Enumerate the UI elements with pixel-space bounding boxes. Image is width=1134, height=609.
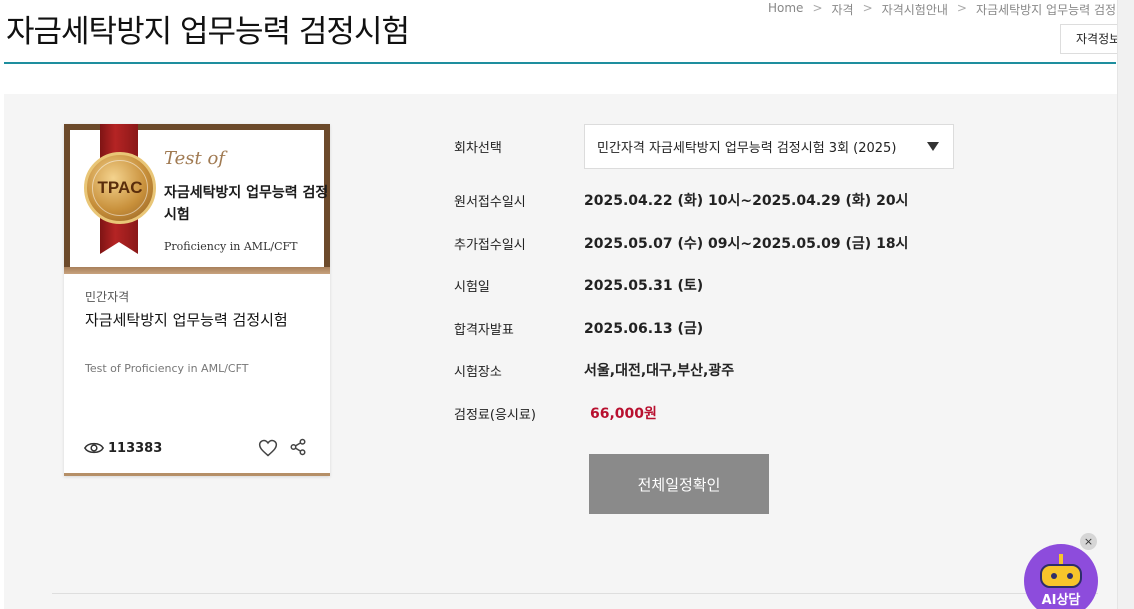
title-divider	[4, 62, 1116, 64]
breadcrumb: Home > 자격 > 자격시험안내 > 자금세탁방지 업무능력 검정	[768, 1, 1116, 18]
detail-value: 서울,대전,대구,부산,광주	[584, 363, 735, 379]
section-divider	[52, 593, 1098, 594]
detail-value: 2025.06.13 (금)	[584, 321, 704, 337]
page-title: 자금세탁방지 업무능력 검정시험	[6, 14, 410, 50]
breadcrumb-qualification[interactable]: 자격	[832, 1, 854, 18]
medal-icon: TPAC	[84, 152, 156, 224]
detail-row-result-date: 합격자발표 2025.06.13 (금)	[454, 318, 703, 338]
detail-value: 2025.04.22 (화) 10시~2025.04.29 (화) 20시	[584, 193, 909, 209]
detail-row-exam-date: 시험일 2025.05.31 (토)	[454, 275, 703, 295]
ai-chat-close-button[interactable]: ×	[1080, 533, 1097, 550]
banner-script-text: Test of	[164, 148, 225, 169]
detail-row-location: 시험장소 서울,대전,대구,부산,광주	[454, 360, 734, 380]
detail-row-application: 원서접수일시 2025.04.22 (화) 10시~2025.04.29 (화)…	[454, 190, 908, 210]
breadcrumb-separator-icon: >	[812, 1, 823, 15]
view-counter: 113383	[84, 440, 162, 456]
page-scrollbar[interactable]	[1117, 0, 1134, 609]
exam-banner-image: TPAC Test of 자금세탁방지 업무능력 검정시험 Proficienc…	[64, 124, 330, 274]
fee-value: 66,000원	[590, 406, 657, 422]
breadcrumb-home[interactable]: Home	[768, 1, 803, 18]
ai-chat-button[interactable]: AI상담	[1024, 544, 1098, 609]
exam-card[interactable]: TPAC Test of 자금세탁방지 업무능력 검정시험 Proficienc…	[64, 124, 330, 476]
robot-icon	[1040, 564, 1082, 588]
robot-antenna-icon	[1059, 554, 1063, 564]
card-english-name: Test of Proficiency in AML/CFT	[85, 362, 249, 375]
breadcrumb-exam-guide[interactable]: 자격시험안내	[882, 1, 948, 18]
breadcrumb-separator-icon: >	[956, 1, 967, 15]
round-select-row: 회차선택	[454, 137, 584, 156]
detail-row-fee: 검정료(응시료) 66,000원	[454, 403, 657, 423]
card-category: 민간자격	[85, 290, 130, 304]
share-icon[interactable]	[289, 438, 307, 456]
eye-icon	[84, 442, 104, 454]
robot-eye-icon	[1067, 573, 1073, 579]
banner-title: 자금세탁방지 업무능력 검정시험	[164, 185, 329, 223]
heart-icon[interactable]	[258, 438, 278, 458]
robot-eye-icon	[1051, 573, 1057, 579]
card-exam-name: 자금세탁방지 업무능력 검정시험	[85, 311, 288, 329]
detail-value: 2025.05.07 (수) 09시~2025.05.09 (금) 18시	[584, 236, 909, 252]
ai-chat-label: AI상담	[1041, 593, 1081, 608]
round-select-label: 회차선택	[454, 141, 502, 156]
detail-label: 원서접수일시	[454, 194, 526, 210]
detail-label: 합격자발표	[454, 322, 514, 338]
view-count: 113383	[108, 440, 163, 456]
detail-row-additional-application: 추가접수일시 2025.05.07 (수) 09시~2025.05.09 (금)…	[454, 233, 908, 253]
detail-label: 추가접수일시	[454, 237, 526, 253]
detail-label: 시험일	[454, 279, 490, 295]
dropdown-arrow-icon	[927, 142, 939, 151]
detail-label: 시험장소	[454, 364, 502, 380]
round-select-dropdown[interactable]: 민간자격 자금세탁방지 업무능력 검정시험 3회 (2025)	[584, 124, 954, 169]
full-schedule-button[interactable]: 전체일정확인	[589, 454, 769, 514]
breadcrumb-separator-icon: >	[862, 1, 873, 15]
banner-subtitle: Proficiency in AML/CFT	[164, 240, 298, 253]
breadcrumb-current[interactable]: 자금세탁방지 업무능력 검정	[976, 1, 1116, 18]
fee-label: 검정료(응시료)	[454, 407, 536, 423]
banner-base-strip	[64, 267, 330, 274]
medal-badge-text: TPAC	[92, 160, 148, 216]
detail-value: 2025.05.31 (토)	[584, 278, 704, 294]
round-select-value: 민간자격 자금세탁방지 업무능력 검정시험 3회 (2025)	[597, 141, 897, 156]
